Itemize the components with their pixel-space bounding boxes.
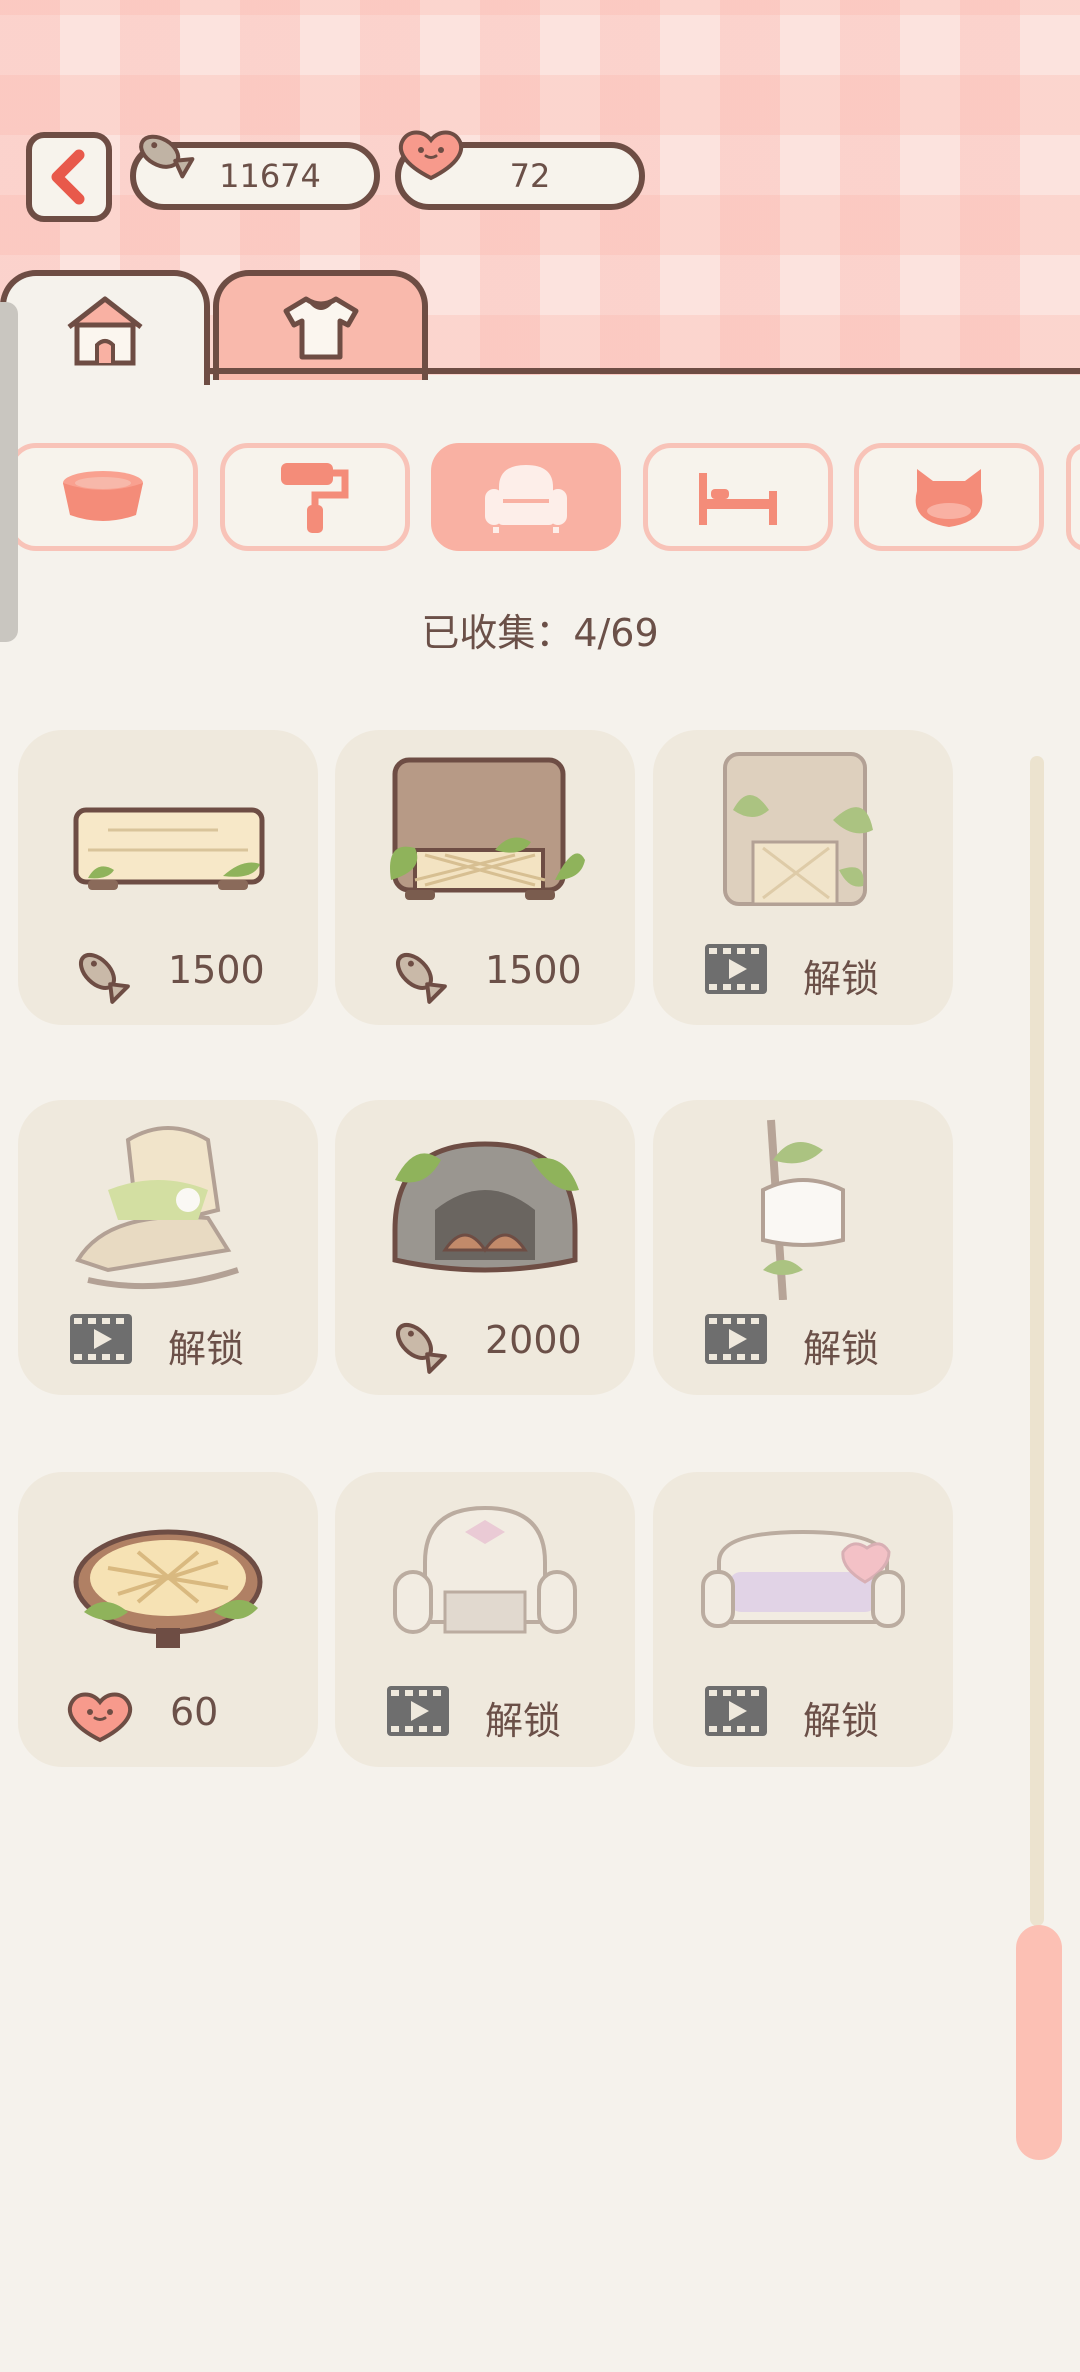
house-icon <box>67 296 143 365</box>
paint-roller-icon <box>281 463 349 533</box>
price-row: 1500 <box>18 942 318 1004</box>
ivy-armchair-brown-image <box>390 757 585 900</box>
pastel-sofa-image <box>701 1529 905 1628</box>
side-drawer-handle[interactable] <box>0 302 18 642</box>
ivy-armchair-beige-image <box>723 752 873 906</box>
back-button[interactable] <box>26 132 112 222</box>
item-card[interactable]: 解锁 <box>653 1472 953 1767</box>
video-icon <box>705 1314 767 1364</box>
item-price: 2000 <box>485 1318 582 1362</box>
item-price: 1500 <box>168 948 265 992</box>
category-chairs[interactable] <box>431 443 621 551</box>
price-row: 解锁 <box>653 1684 953 1744</box>
price-row: 2000 <box>335 1312 635 1374</box>
fish-icon <box>395 1322 447 1374</box>
item-card[interactable]: 60 <box>18 1472 318 1767</box>
video-icon <box>705 1686 767 1736</box>
item-price: 解锁 <box>803 1327 880 1371</box>
price-row: 解锁 <box>653 1312 953 1372</box>
collected-count: 已收集：4/69 <box>421 611 659 655</box>
bed-icon <box>699 473 777 525</box>
armchair-icon <box>485 465 567 533</box>
category-paint[interactable] <box>220 443 410 551</box>
heart-icon <box>398 130 464 181</box>
category-food-bowl[interactable] <box>8 443 198 551</box>
price-row: 解锁 <box>653 942 953 1002</box>
item-card[interactable]: 解锁 <box>653 1100 953 1395</box>
price-row: 解锁 <box>18 1312 318 1372</box>
item-price: 解锁 <box>803 1699 880 1743</box>
shirt-icon <box>283 296 358 360</box>
item-price: 60 <box>170 1690 219 1734</box>
item-price: 解锁 <box>168 1327 245 1371</box>
tab-outfit[interactable] <box>213 270 428 380</box>
scrollbar-thumb[interactable] <box>1016 1925 1062 2160</box>
chevron-left-icon <box>51 149 85 205</box>
rattan-rocking-chair-image <box>75 1126 239 1290</box>
category-cat-beds[interactable] <box>854 443 1044 551</box>
vine-coat-rack-image <box>761 1119 845 1300</box>
video-icon <box>387 1686 449 1736</box>
item-card[interactable]: 解锁 <box>18 1100 318 1395</box>
heart-icon <box>67 1692 133 1743</box>
fish-icon <box>78 952 130 1004</box>
price-row: 解锁 <box>335 1684 635 1744</box>
category-beds[interactable] <box>643 443 833 551</box>
item-card[interactable]: 2000 <box>335 1100 635 1395</box>
item-price: 1500 <box>485 948 582 992</box>
white-ornate-chair-image <box>393 1505 577 1634</box>
tab-divider <box>206 368 1080 374</box>
item-card[interactable]: 解锁 <box>335 1472 635 1767</box>
price-row: 60 <box>18 1684 318 1744</box>
item-price: 解锁 <box>803 957 880 1001</box>
item-card[interactable]: 解锁 <box>653 730 953 1025</box>
wooden-bench-image <box>73 807 265 890</box>
category-more[interactable] <box>1066 443 1080 551</box>
item-card[interactable]: 1500 <box>335 730 635 1025</box>
item-price: 解锁 <box>485 1699 562 1743</box>
price-row: 1500 <box>335 942 635 1004</box>
cat-bed-icon <box>915 469 983 527</box>
food-bowl-icon <box>63 471 143 521</box>
tab-home[interactable] <box>0 270 210 385</box>
fish-icon <box>139 134 195 179</box>
fish-icon <box>395 952 447 1004</box>
scrollbar-track[interactable] <box>1030 756 1044 1926</box>
stone-fireplace-image <box>392 1141 579 1273</box>
round-lattice-table-image <box>73 1529 263 1648</box>
item-card[interactable]: 1500 <box>18 730 318 1025</box>
fish-count: 11674 <box>219 157 321 195</box>
video-icon <box>70 1314 132 1364</box>
heart-count: 72 <box>509 157 551 195</box>
video-icon <box>705 944 767 994</box>
